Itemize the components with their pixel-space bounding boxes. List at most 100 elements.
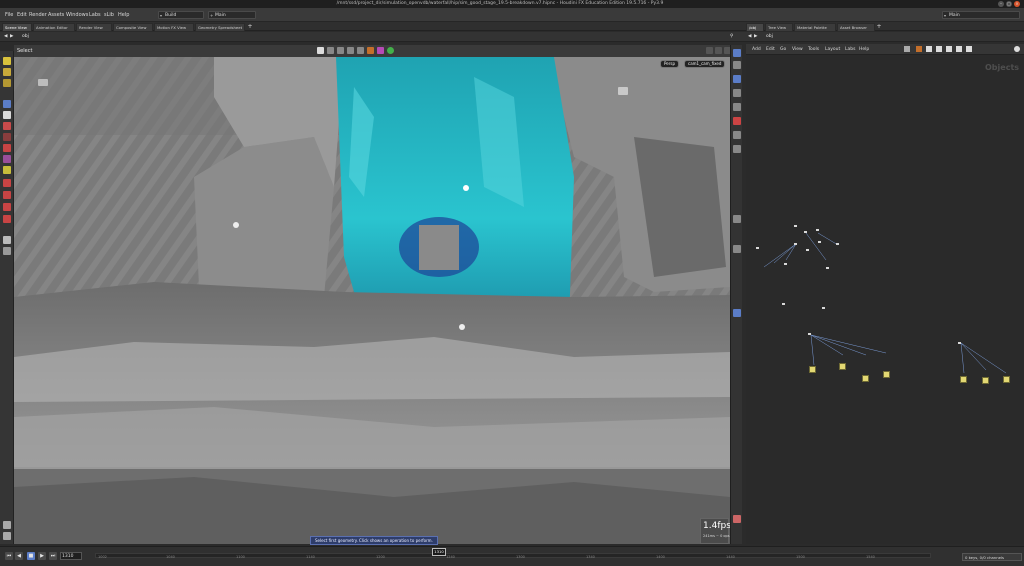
pose-tool-icon[interactable] <box>3 100 11 108</box>
menu-windows[interactable]: Windows <box>66 12 88 18</box>
stop-button[interactable]: ■ <box>27 552 35 560</box>
select-groups-icon[interactable] <box>367 47 374 54</box>
tab-motion-fx-view[interactable]: Motion FX View <box>154 23 194 31</box>
grid-tool-icon[interactable] <box>3 236 11 244</box>
render-tool-icon[interactable] <box>3 521 11 529</box>
home-view-icon[interactable] <box>733 49 741 57</box>
snapshot-icon[interactable] <box>733 309 741 317</box>
handle-tool-icon[interactable] <box>3 79 11 87</box>
step-back-button[interactable]: ◀ <box>15 552 23 560</box>
menu-slib[interactable]: sLib <box>104 12 114 18</box>
visibility-icon[interactable] <box>387 47 394 54</box>
minimize-button[interactable]: – <box>998 1 1004 7</box>
jump-end-button[interactable]: ⏭ <box>49 552 57 560</box>
select-faces-icon[interactable] <box>327 47 334 54</box>
network-node[interactable] <box>782 303 785 305</box>
shading-icon[interactable] <box>733 75 741 83</box>
network-menu-layout[interactable]: Layout <box>825 47 840 52</box>
desktop-select[interactable]: ▾ Build <box>158 11 204 19</box>
network-node[interactable] <box>822 307 825 309</box>
wireframe-icon[interactable] <box>715 47 722 54</box>
select-primitives-icon[interactable] <box>357 47 364 54</box>
info-icon[interactable] <box>936 46 942 52</box>
close-button[interactable]: × <box>1014 1 1020 7</box>
network-menu-add[interactable]: Add <box>752 47 761 52</box>
light-tool-icon[interactable] <box>3 215 11 223</box>
network-menu-go[interactable]: Go <box>780 47 786 52</box>
null-node[interactable] <box>1003 376 1010 383</box>
network-menu-view[interactable]: View <box>792 47 803 52</box>
move-tool-icon[interactable] <box>3 144 11 152</box>
current-frame-field[interactable]: 1310 <box>60 552 82 560</box>
select-points-icon[interactable] <box>337 47 344 54</box>
display-normals-icon[interactable] <box>733 131 741 139</box>
backface-icon[interactable] <box>733 145 741 153</box>
scene-viewport[interactable]: Persp cam1_cam_fixed <box>14 57 730 544</box>
network-node[interactable] <box>808 333 811 335</box>
network-menu-help[interactable]: Help <box>859 47 869 52</box>
keys-channels-menu[interactable]: 0 keys, 0/0 channels <box>962 553 1022 561</box>
network-node[interactable] <box>784 263 787 265</box>
add-tab-button[interactable]: + <box>876 23 882 30</box>
add-tab-button[interactable]: + <box>247 23 253 30</box>
viewport-path[interactable]: obj <box>22 34 29 39</box>
color-palette-icon[interactable] <box>946 46 952 52</box>
light-icon[interactable] <box>618 87 628 95</box>
back-icon[interactable]: ◀ <box>748 34 751 39</box>
transform-tool-icon[interactable] <box>3 68 11 76</box>
wrench-icon[interactable] <box>904 46 910 52</box>
network-menu-edit[interactable]: Edit <box>766 47 775 52</box>
network-node[interactable] <box>818 241 821 243</box>
menu-render[interactable]: Render <box>29 12 47 18</box>
tab-animation-editor[interactable]: Animation Editor <box>33 23 75 31</box>
flipbook-icon[interactable] <box>733 515 741 523</box>
tab-geometry-spreadsheet[interactable]: Geometry Spreadsheet <box>195 23 245 31</box>
display-points-icon[interactable] <box>733 117 741 125</box>
menu-file[interactable]: File <box>5 12 13 18</box>
select-tool-icon[interactable] <box>3 57 11 65</box>
frame-marker[interactable]: 1310 <box>432 548 446 556</box>
tab-scene-view[interactable]: Scene View <box>2 23 32 31</box>
network-menu-labs[interactable]: Labs <box>845 47 855 52</box>
camera-button[interactable]: cam1_cam_fixed <box>684 60 726 68</box>
settings-tool-icon[interactable] <box>3 532 11 540</box>
forward-icon[interactable]: ▶ <box>754 34 757 39</box>
help-icon[interactable] <box>1014 46 1020 52</box>
flag-icon[interactable] <box>966 46 972 52</box>
network-node[interactable] <box>816 229 819 231</box>
network-node[interactable] <box>794 225 797 227</box>
camera-icon[interactable] <box>38 79 48 86</box>
rotate-tool-icon[interactable] <box>3 133 11 141</box>
tab-network-obj[interactable]: /obj <box>746 23 764 31</box>
tab-tree-view[interactable]: Tree View <box>765 23 793 31</box>
null-node[interactable] <box>982 377 989 384</box>
timeline-scrubber[interactable]: 1002 1040 1100 1140 1200 1240 1300 1340 … <box>95 553 931 559</box>
shelf-select[interactable]: + Main <box>208 11 256 19</box>
ghost-icon[interactable] <box>733 89 741 97</box>
null-node[interactable] <box>839 363 846 370</box>
safe-area-icon[interactable] <box>733 245 741 253</box>
network-node[interactable] <box>958 342 961 344</box>
lock-tool-icon[interactable] <box>3 191 11 199</box>
view-tool-icon[interactable] <box>3 111 11 119</box>
shape-palette-icon[interactable] <box>956 46 962 52</box>
select-edges-icon[interactable] <box>347 47 354 54</box>
scale-tool-icon[interactable] <box>3 122 11 130</box>
network-node[interactable] <box>794 243 797 245</box>
null-node[interactable] <box>862 375 869 382</box>
snap-tool-icon[interactable] <box>3 166 11 174</box>
snapping-icon[interactable] <box>377 47 384 54</box>
menu-labs[interactable]: Labs <box>89 12 101 18</box>
right-desktop-select[interactable]: ▾ Main <box>942 11 1020 19</box>
menu-edit[interactable]: Edit <box>17 12 27 18</box>
play-button[interactable]: ▶ <box>38 552 46 560</box>
tab-asset-browser[interactable]: Asset Browser <box>837 23 875 31</box>
grid-icon[interactable] <box>916 46 922 52</box>
network-path[interactable]: obj <box>766 34 773 39</box>
camera-tool-icon[interactable] <box>3 203 11 211</box>
pin-icon[interactable]: ⚲ <box>730 34 733 39</box>
display-options-icon[interactable] <box>706 47 713 54</box>
back-icon[interactable]: ◀ <box>4 34 7 39</box>
history-tool-icon[interactable] <box>3 247 11 255</box>
grid-toggle-icon[interactable] <box>733 215 741 223</box>
